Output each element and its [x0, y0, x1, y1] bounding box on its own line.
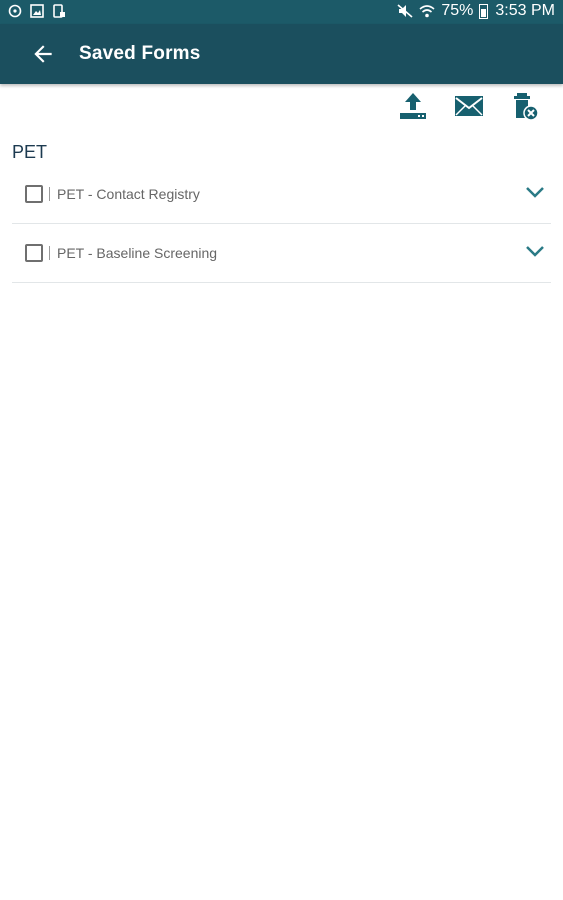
- lock-phone-icon: [53, 4, 65, 18]
- email-button[interactable]: [451, 90, 487, 122]
- list-item[interactable]: PET - Baseline Screening: [12, 224, 551, 283]
- page-title: Saved Forms: [79, 43, 201, 64]
- image-icon: [30, 4, 44, 18]
- form-label: PET - Baseline Screening: [57, 245, 218, 261]
- form-label: PET - Contact Registry: [57, 186, 200, 202]
- form-checkbox[interactable]: [25, 244, 43, 262]
- chevron-down-icon[interactable]: [525, 244, 545, 258]
- clock: 3:53 PM: [495, 2, 555, 19]
- upload-icon: [400, 93, 426, 119]
- mute-icon: [397, 4, 413, 18]
- upload-button[interactable]: [395, 90, 431, 122]
- form-checkbox[interactable]: [25, 185, 43, 203]
- delete-icon: [514, 93, 539, 121]
- email-icon: [455, 96, 483, 116]
- wifi-icon: [419, 5, 435, 18]
- status-bar: 75% 3:53 PM: [0, 0, 563, 24]
- alarm-icon: [8, 4, 22, 18]
- toolbar-actions: [395, 90, 543, 122]
- saved-forms-list: PET - Contact Registry PET - Baseline Sc…: [12, 165, 551, 283]
- chevron-down-icon[interactable]: [525, 185, 545, 199]
- delete-button[interactable]: [507, 90, 543, 122]
- battery-percent: 75%: [441, 2, 474, 19]
- divider: [49, 187, 50, 201]
- battery-icon: [479, 3, 489, 19]
- back-arrow-icon[interactable]: [30, 41, 56, 67]
- group-title: PET: [12, 142, 48, 162]
- status-icons-right: 75% 3:53 PM: [397, 2, 555, 20]
- app-bar: Saved Forms: [0, 24, 563, 84]
- divider: [49, 246, 50, 260]
- list-item[interactable]: PET - Contact Registry: [12, 165, 551, 224]
- status-icons-left: [8, 4, 66, 18]
